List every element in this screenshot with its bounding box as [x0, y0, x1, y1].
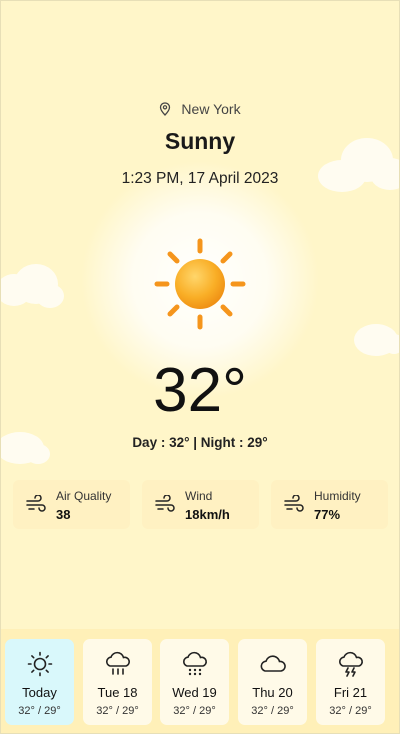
stat-label: Wind [185, 489, 213, 503]
forecast-temp-range: 32° / 29° [18, 705, 61, 717]
current-datetime: 1:23 PM, 17 April 2023 [121, 170, 279, 187]
forecast-day-tue[interactable]: Tue 18 32° / 29° [83, 639, 152, 725]
wind-icon [155, 495, 175, 512]
forecast-day-name: Wed 19 [172, 685, 217, 700]
weather-condition: Sunny [164, 128, 236, 154]
cloud-icon [260, 655, 286, 672]
stat-label: Air Quality [56, 489, 112, 503]
forecast-temp-range: 32° / 29° [173, 705, 216, 717]
forecast-day-wed[interactable]: Wed 19 32° / 29° [160, 639, 229, 725]
city-name: New York [181, 101, 241, 117]
forecast-temp-range: 32° / 29° [329, 705, 372, 717]
cloud-icon [354, 324, 400, 356]
forecast-day-name: Tue 18 [97, 685, 138, 700]
forecast-day-fri[interactable]: Fri 21 32° / 29° [316, 639, 385, 725]
forecast-day-thu[interactable]: Thu 20 32° / 29° [238, 639, 307, 725]
forecast-day-today[interactable]: Today 32° / 29° [5, 639, 74, 725]
storm-cloud-icon [339, 651, 363, 677]
snow-cloud-icon [183, 651, 207, 676]
stat-value: 77% [314, 507, 341, 522]
sun-icon [154, 238, 246, 330]
sun-outline-icon [27, 651, 53, 677]
wind-icon [26, 495, 46, 512]
wind-icon [284, 495, 304, 512]
current-temperature: 32° [153, 356, 247, 425]
wind-card: Wind 18km/h [142, 480, 259, 529]
day-night-temperatures: Day : 32° | Night : 29° [132, 435, 268, 450]
forecast-day-name: Thu 20 [252, 685, 293, 700]
rain-cloud-icon [106, 651, 130, 675]
stat-value: 18km/h [185, 507, 230, 522]
air-quality-card: Air Quality 38 [13, 480, 130, 529]
stat-label: Humidity [314, 489, 361, 503]
forecast-day-name: Fri 21 [333, 685, 368, 700]
location-pin-icon [160, 102, 171, 116]
forecast-day-name: Today [22, 685, 57, 700]
location[interactable]: New York [0, 101, 400, 117]
humidity-card: Humidity 77% [271, 480, 388, 529]
forecast-temp-range: 32° / 29° [96, 705, 139, 717]
forecast-temp-range: 32° / 29° [251, 705, 294, 717]
stat-value: 38 [56, 507, 71, 522]
cloud-icon [0, 264, 64, 308]
